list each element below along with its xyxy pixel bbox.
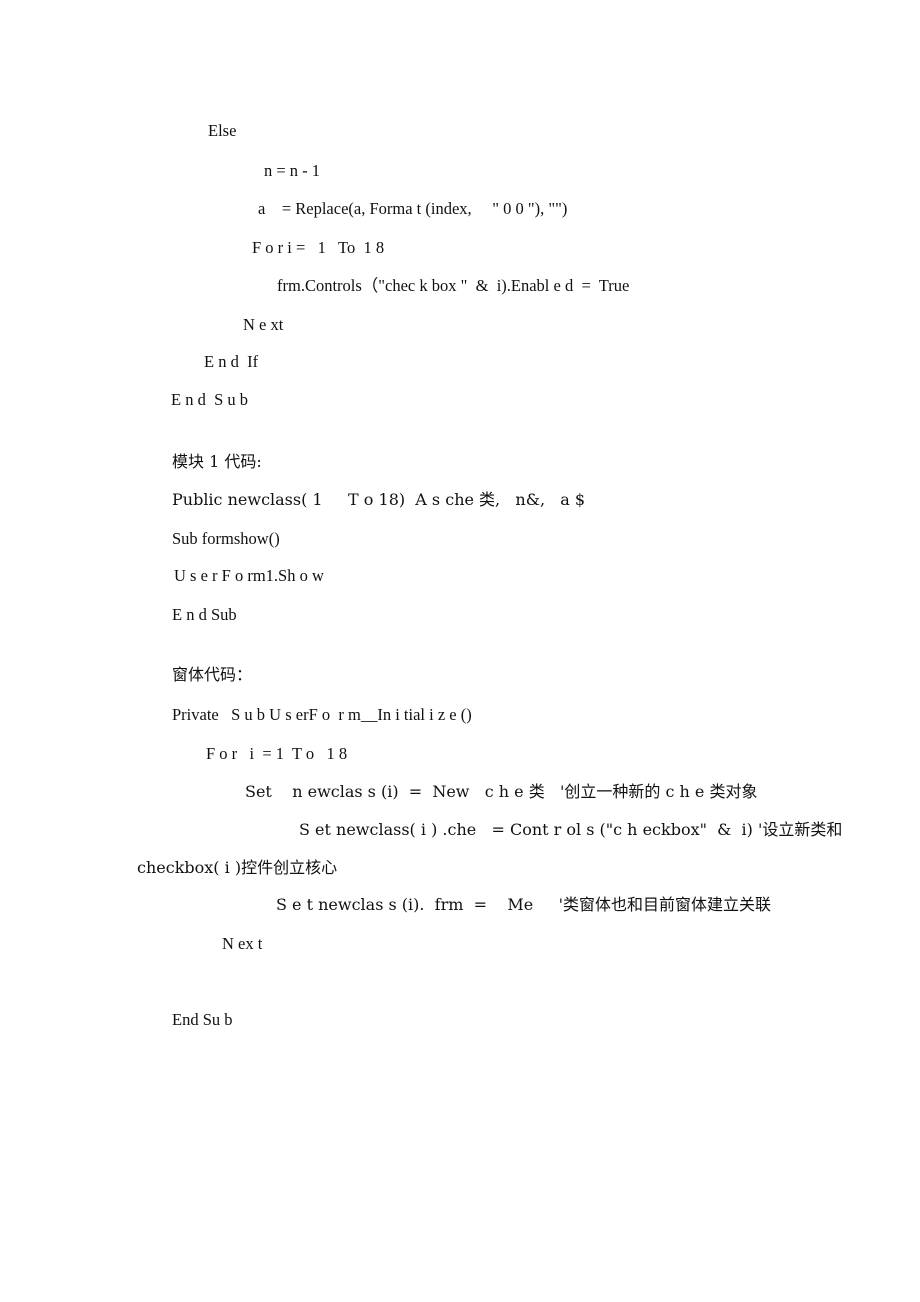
code-line-set_newclass_new: Set n ewclas s (i) = New c h e 类 '创立一种新的… bbox=[245, 782, 758, 801]
code-line-private_sub_init: Private S u b U s erF o r m__In i tial i… bbox=[172, 705, 472, 724]
code-line-userform_show: U s e r F o rm1.Sh o w bbox=[174, 566, 324, 585]
code-line-sub_formshow: Sub formshow() bbox=[172, 529, 280, 548]
code-line-end_sub_3: End Su b bbox=[172, 1010, 233, 1029]
code-line-else: Else bbox=[208, 121, 237, 140]
code-line-heading_form: 窗体代码： bbox=[172, 665, 253, 684]
code-line-frm_controls: frm.Controls（"chec k box " & i).Enabl e … bbox=[277, 276, 630, 295]
code-line-n_assign: n = n - 1 bbox=[264, 161, 321, 180]
code-line-a_replace: a = Replace(a, Forma t (index, " 0 0 "),… bbox=[258, 199, 568, 218]
code-line-end_sub_1: E n d S u b bbox=[171, 390, 249, 409]
code-line-for_i_1_to_18: F o r i = 1 To 1 8 bbox=[252, 238, 385, 257]
code-line-end_if: E n d If bbox=[204, 352, 259, 371]
code-line-public_newclass: Public newclass( 1 T o 18) A s che 类, n&… bbox=[172, 490, 586, 509]
code-line-for_i_1_to_18_b: F o r i = 1 T o 1 8 bbox=[206, 744, 348, 763]
code-line-end_sub_2: E n d Sub bbox=[172, 605, 237, 624]
code-line-checkbox_wrap: checkbox( i )控件创立核心 bbox=[137, 858, 338, 877]
code-line-next_1: N e xt bbox=[243, 315, 284, 334]
code-line-set_newclass_che: S et newclass( i ) .che = Cont r ol s ("… bbox=[299, 820, 843, 839]
code-line-heading_module1: 模块 1 代码: bbox=[172, 452, 262, 471]
code-line-next_2: N ex t bbox=[222, 934, 263, 953]
code-line-set_newclass_frm: S e t newclas s (i). frm = Me '类窗体也和目前窗体… bbox=[276, 895, 772, 914]
document-page: Else n = n - 1 a = Replace(a, Forma t (ind… bbox=[0, 0, 920, 1302]
